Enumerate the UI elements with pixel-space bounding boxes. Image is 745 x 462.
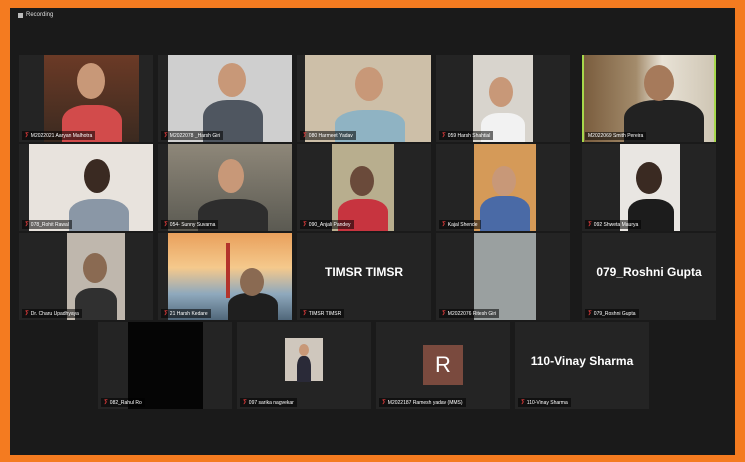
mic-muted-icon: ⵢ: [588, 222, 592, 228]
participant-name: M2022076 Ritesh Giri: [447, 310, 497, 317]
mic-muted-icon: ⵢ: [164, 311, 168, 317]
participant-tile[interactable]: ⵢ 082_Rahul Ro: [98, 322, 232, 409]
participant-display-name: 110-Vinay Sharma: [530, 354, 634, 368]
mic-muted-icon: ⵢ: [521, 400, 525, 406]
zoom-gallery-window: Recording ⵢ M2022021 Aaryan Malhotra ⵢ M20…: [10, 8, 735, 455]
participant-tile[interactable]: ⵢ M2022021 Aaryan Malhotra: [19, 55, 153, 142]
mic-muted-icon: ⵢ: [164, 133, 168, 139]
participant-tile[interactable]: ⵢ M2022078 _Harsh Giri: [158, 55, 292, 142]
participant-video: [67, 233, 125, 320]
mic-muted-icon: ⵢ: [164, 222, 168, 228]
mic-muted-icon: ⵢ: [25, 133, 29, 139]
mic-muted-icon: ⵢ: [442, 133, 446, 139]
participant-video: [473, 55, 533, 142]
participant-tile[interactable]: ⵢ Kajal Shende: [436, 144, 570, 231]
participant-video: [168, 233, 292, 320]
participant-name: Dr. Charu Upadhyaya: [30, 310, 79, 317]
participant-video: [474, 144, 536, 231]
mic-muted-icon: ⵢ: [25, 311, 29, 317]
participant-name: 090_Anjali Pandey: [308, 221, 351, 228]
participant-name: TIMSR TIMSR: [308, 310, 342, 317]
participant-name: 059 Harsh Shahtial: [447, 132, 491, 139]
recording-icon: [18, 12, 23, 18]
participant-video: [305, 55, 431, 142]
participant-avatar: R: [423, 345, 463, 385]
participant-name: 079_Roshni Gupta: [593, 310, 636, 317]
mic-muted-icon: ⵢ: [442, 311, 446, 317]
participant-name: M2022069 Smith Pereira: [588, 133, 644, 139]
participant-name: 21 Harsh Kedare: [169, 310, 208, 317]
participant-video: [584, 55, 714, 142]
participant-tile[interactable]: ⵢ 080 Harmeet Yadav: [297, 55, 431, 142]
recording-label: Recording: [26, 12, 54, 18]
recording-indicator: Recording: [18, 12, 53, 18]
participant-name: 097 sarika nagvekar: [248, 399, 294, 406]
participant-tile[interactable]: ⵢ 21 Harsh Kedare: [158, 233, 292, 320]
participant-video: [474, 233, 536, 320]
participant-name: 078_Rohit Rawal: [30, 221, 69, 228]
participant-tile[interactable]: ⵢ 092 Shweta Maurya: [582, 144, 716, 231]
mic-muted-icon: ⵢ: [303, 222, 307, 228]
participant-tile[interactable]: 079_Roshni Gupta ⵢ 079_Roshni Gupta: [582, 233, 716, 320]
participant-name: 054- Sunny Suvarna: [169, 221, 216, 228]
participant-video: [620, 144, 680, 231]
participant-photo: [285, 338, 323, 382]
mic-muted-icon: ⵢ: [303, 311, 307, 317]
participant-video: [128, 322, 203, 409]
mic-muted-icon: ⵢ: [442, 222, 446, 228]
mic-muted-icon: ⵢ: [382, 400, 386, 406]
mic-muted-icon: ⵢ: [303, 133, 307, 139]
participant-video: [29, 144, 153, 231]
participant-name: M2022021 Aaryan Malhotra: [30, 132, 93, 139]
participant-name: M2022187 Ramesh yadav (MMS): [387, 399, 463, 406]
mic-muted-icon: ⵢ: [25, 222, 29, 228]
participant-tile[interactable]: ⵢ Dr. Charu Upadhyaya: [19, 233, 153, 320]
participant-video: [44, 55, 139, 142]
participant-name: 082_Rahul Ro: [109, 399, 142, 406]
mic-muted-icon: ⵢ: [243, 400, 247, 406]
participant-tile[interactable]: ⵢ 090_Anjali Pandey: [297, 144, 431, 231]
participant-tile[interactable]: ⵢ 097 sarika nagvekar: [237, 322, 371, 409]
participant-tile-active-speaker[interactable]: M2022069 Smith Pereira: [582, 55, 716, 142]
participant-display-name: TIMSR TIMSR: [325, 265, 403, 279]
participant-video: [332, 144, 394, 231]
participant-tile[interactable]: TIMSR TIMSR ⵢ TIMSR TIMSR: [297, 233, 431, 320]
participant-tile[interactable]: ⵢ 078_Rohit Rawal: [19, 144, 153, 231]
participant-tile[interactable]: ⵢ 054- Sunny Suvarna: [158, 144, 292, 231]
participant-name: M2022078 _Harsh Giri: [169, 132, 221, 139]
participant-display-name: 079_Roshni Gupta: [596, 265, 702, 279]
participant-video: [168, 55, 292, 142]
participant-tile[interactable]: R ⵢ M2022187 Ramesh yadav (MMS): [376, 322, 510, 409]
participant-tile[interactable]: 110-Vinay Sharma ⵢ 110-Vinay Sharma: [515, 322, 649, 409]
participant-name: 092 Shweta Maurya: [593, 221, 639, 228]
participant-tile[interactable]: ⵢ M2022076 Ritesh Giri: [436, 233, 570, 320]
participant-tile[interactable]: ⵢ 059 Harsh Shahtial: [436, 55, 570, 142]
participant-name: Kajal Shende: [447, 221, 478, 228]
mic-muted-icon: ⵢ: [104, 400, 108, 406]
mic-muted-icon: ⵢ: [588, 311, 592, 317]
participant-name: 080 Harmeet Yadav: [308, 132, 353, 139]
participant-video: [168, 144, 292, 231]
participant-name: 110-Vinay Sharma: [526, 399, 568, 406]
